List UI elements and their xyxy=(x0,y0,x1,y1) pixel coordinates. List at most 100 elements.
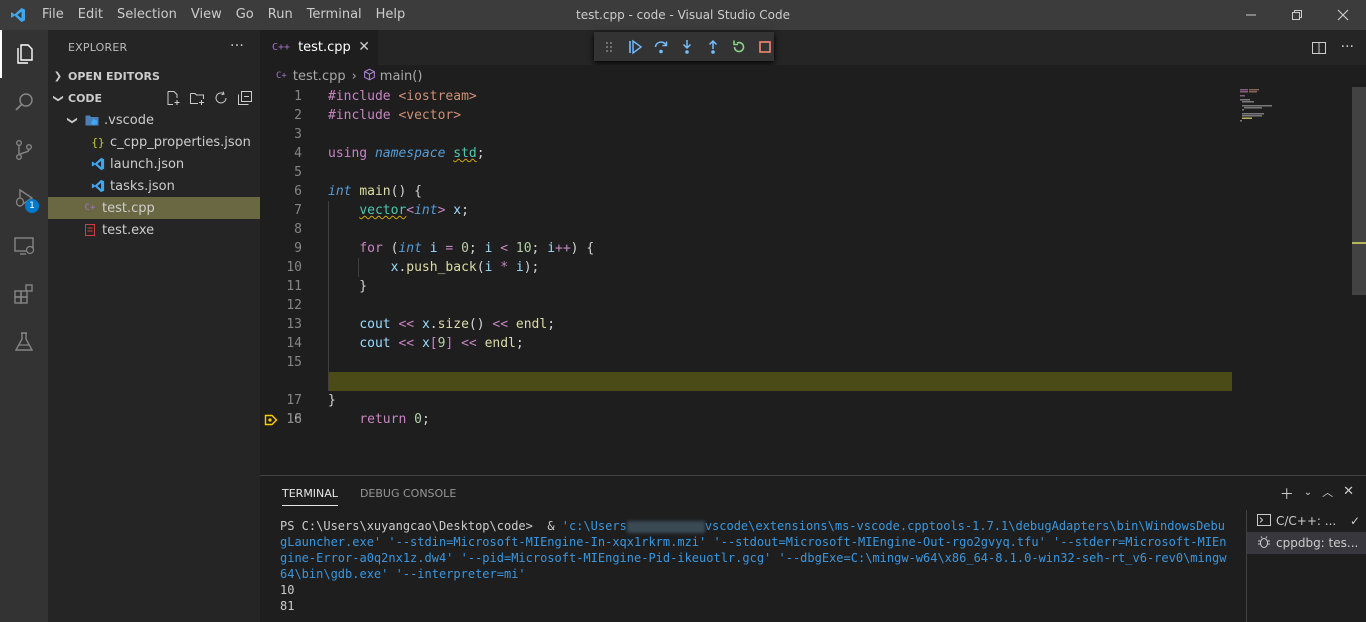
terminal-prompt: PS C:\Users\xuyangcao\Desktop\code> xyxy=(280,519,533,533)
terminal-item-label: cppdbg: tes... xyxy=(1276,536,1359,550)
tree-item-tasks-json[interactable]: tasks.json xyxy=(48,175,260,197)
new-folder-icon[interactable] xyxy=(188,90,206,106)
restore-button[interactable] xyxy=(1274,0,1320,30)
cpp-file-icon: C++ xyxy=(272,42,291,53)
close-icon xyxy=(1337,9,1349,21)
terminal-cmd-str1: 'c:\Users xyxy=(561,519,627,533)
restart-button[interactable] xyxy=(730,38,748,56)
terminal-output[interactable]: PS C:\Users\xuyangcao\Desktop\code> & 'c… xyxy=(280,518,1230,622)
tree-item-label: .vscode xyxy=(104,112,154,128)
maximize-panel-icon[interactable]: ︿ xyxy=(1322,484,1333,504)
tree-item-label: test.cpp xyxy=(102,200,155,216)
step-out-button[interactable] xyxy=(704,38,722,56)
terminal-cmd-prefix: & xyxy=(547,519,562,533)
activity-source-control[interactable] xyxy=(0,126,48,174)
tree-item-launch-json[interactable]: launch.json xyxy=(48,153,260,175)
activity-run-debug[interactable]: 1 xyxy=(0,174,48,222)
breadcrumb-file[interactable]: test.cpp xyxy=(293,69,346,84)
line-number: 1 xyxy=(294,89,302,104)
terminal-list: C/C++: ... ✓ cppdbg: tes... xyxy=(1246,510,1366,622)
code-line-9: for (int i = 0; i < 10; i++) { xyxy=(359,241,595,256)
menu-file[interactable]: File xyxy=(35,0,71,30)
step-over-button[interactable] xyxy=(652,38,670,56)
restart-icon xyxy=(733,40,745,52)
menu-help[interactable]: Help xyxy=(369,0,413,30)
tab-debug-console[interactable]: DEBUG CONSOLE xyxy=(360,484,456,506)
minimap[interactable] xyxy=(1236,87,1352,475)
tab-terminal[interactable]: TERMINAL xyxy=(282,484,338,506)
activity-remote-explorer[interactable] xyxy=(0,222,48,270)
minimize-button[interactable] xyxy=(1228,0,1274,30)
code-line-7: vector<int> x; xyxy=(359,203,469,218)
code-line-13: cout << x.size() << endl; xyxy=(359,317,556,332)
open-editors-label: OPEN EDITORS xyxy=(68,69,160,83)
line-number: 8 xyxy=(294,222,302,237)
breadcrumb-symbol[interactable]: main() xyxy=(380,69,423,84)
editor-scrollbar-thumb[interactable] xyxy=(1352,87,1366,295)
close-window-button[interactable] xyxy=(1320,0,1366,30)
terminal-item-cpp-build[interactable]: C/C++: ... ✓ xyxy=(1247,510,1366,532)
vscode-file-icon xyxy=(88,157,108,171)
panel-tabs: TERMINAL DEBUG CONSOLE xyxy=(282,484,456,506)
debug-count-badge: 1 xyxy=(25,199,39,213)
menu-selection[interactable]: Selection xyxy=(110,0,184,30)
explorer-title: EXPLORER xyxy=(68,41,128,54)
step-out-icon xyxy=(708,39,718,54)
tree-item-c-cpp-properties[interactable]: {} c_cpp_properties.json xyxy=(48,131,260,153)
continue-button[interactable] xyxy=(626,38,644,56)
step-into-icon xyxy=(682,39,692,54)
close-panel-icon[interactable]: ✕ xyxy=(1343,484,1354,504)
menu-bar: File Edit Selection View Go Run Terminal… xyxy=(35,0,412,30)
tab-test-cpp[interactable]: C++ test.cpp ✕ xyxy=(260,30,378,65)
tree-item-test-exe[interactable]: test.exe xyxy=(48,219,260,241)
stop-button[interactable] xyxy=(756,38,774,56)
line-number: 11 xyxy=(286,279,302,294)
bottom-panel: TERMINAL DEBUG CONSOLE ＋ ⌄ ︿ ✕ PS C:\Use… xyxy=(260,475,1366,622)
refresh-icon[interactable] xyxy=(212,90,230,106)
minimize-icon xyxy=(1246,14,1256,16)
menu-view[interactable]: View xyxy=(184,0,229,30)
terminal-output-line: 81 xyxy=(280,599,295,613)
extensions-icon xyxy=(14,284,33,304)
panel-actions: ＋ ⌄ ︿ ✕ xyxy=(1280,484,1354,504)
more-actions-icon[interactable]: ··· xyxy=(1341,40,1354,60)
menu-edit[interactable]: Edit xyxy=(71,0,110,30)
menu-run[interactable]: Run xyxy=(261,0,300,30)
menu-terminal[interactable]: Terminal xyxy=(300,0,369,30)
activity-explorer[interactable] xyxy=(0,30,48,78)
terminal-icon xyxy=(1257,513,1271,529)
line-number: 15 xyxy=(286,355,302,370)
new-file-icon[interactable] xyxy=(164,90,182,106)
cpp-file-icon: C+ xyxy=(276,71,287,81)
tree-item-test-cpp[interactable]: C+ test.cpp xyxy=(48,197,260,219)
terminal-output-line: 10 xyxy=(280,583,295,597)
folder-label: CODE xyxy=(68,91,103,105)
menu-go[interactable]: Go xyxy=(229,0,261,30)
line-number: 4 xyxy=(294,146,302,161)
chevron-down-icon[interactable]: ⌄ xyxy=(1304,484,1312,504)
terminal-item-cppdbg[interactable]: cppdbg: tes... xyxy=(1247,532,1366,554)
activity-testing[interactable] xyxy=(0,318,48,366)
tree-item-vscode-folder[interactable]: ❯ .vscode xyxy=(48,109,260,131)
code-line-4: using namespace std; xyxy=(328,146,485,161)
vscode-logo-icon xyxy=(0,0,35,30)
new-terminal-icon[interactable]: ＋ xyxy=(1280,484,1294,504)
activity-search[interactable] xyxy=(0,78,48,126)
line-number: 13 xyxy=(286,317,302,332)
step-into-button[interactable] xyxy=(678,38,696,56)
tree-item-label: test.exe xyxy=(102,222,155,238)
more-actions-icon[interactable]: ··· xyxy=(230,38,244,54)
vscode-file-icon xyxy=(88,179,108,193)
cpp-file-icon: C+ xyxy=(84,203,96,213)
collapse-all-icon[interactable] xyxy=(236,90,254,106)
code-editor[interactable]: 1 #include <iostream> 2 #include <vector> … xyxy=(260,87,1366,475)
title-bar: File Edit Selection View Go Run Terminal… xyxy=(0,0,1366,30)
drag-handle-icon[interactable] xyxy=(600,38,618,56)
stop-icon xyxy=(759,40,771,53)
close-tab-icon[interactable]: ✕ xyxy=(358,39,370,55)
activity-extensions[interactable] xyxy=(0,270,48,318)
split-editor-icon[interactable] xyxy=(1311,40,1327,60)
cube-icon xyxy=(363,68,376,85)
folder-section[interactable]: ❯ CODE xyxy=(48,87,260,109)
open-editors-section[interactable]: ❯ OPEN EDITORS xyxy=(48,65,260,87)
